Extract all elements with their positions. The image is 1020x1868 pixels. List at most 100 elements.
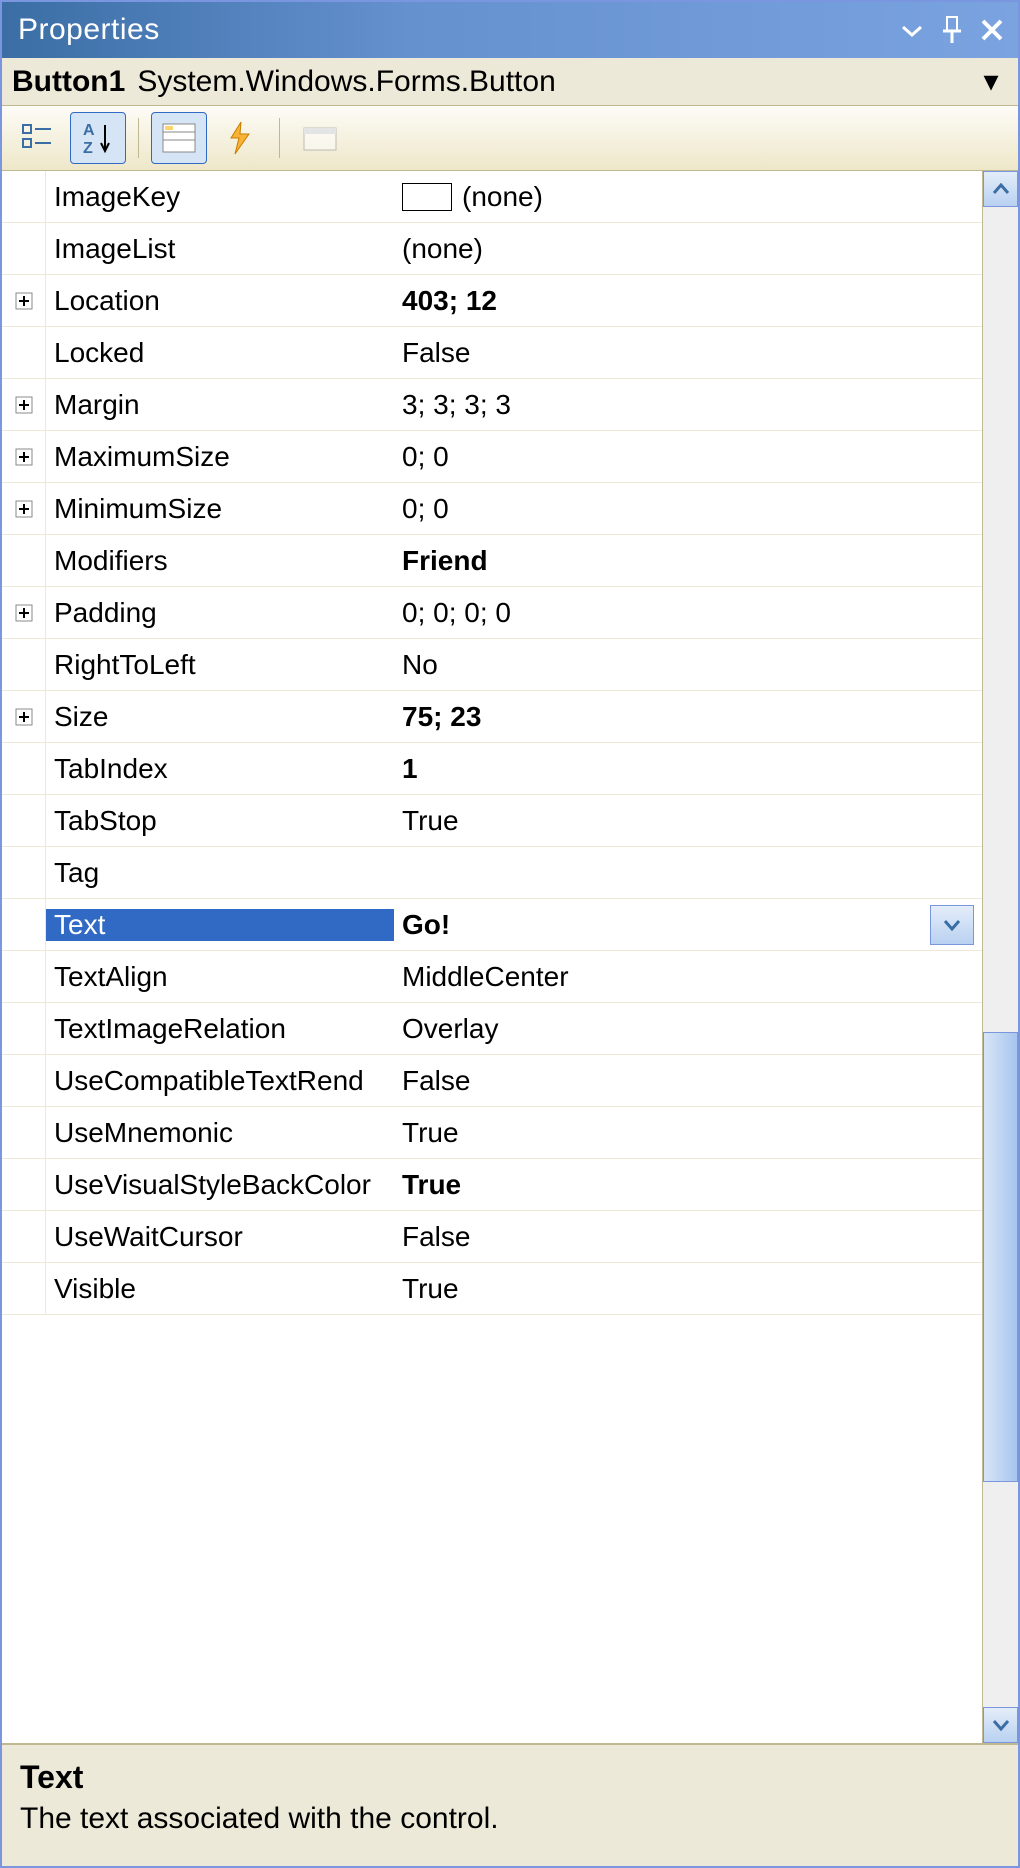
property-value[interactable]: True — [394, 1273, 982, 1305]
property-value[interactable]: True — [394, 1117, 982, 1149]
minimize-icon[interactable] — [892, 10, 932, 50]
property-value[interactable]: False — [394, 1065, 982, 1097]
pin-icon[interactable] — [932, 10, 972, 50]
property-name: TextImageRelation — [46, 1013, 394, 1045]
property-name: UseMnemonic — [46, 1117, 394, 1149]
expand-toggle[interactable] — [2, 379, 46, 430]
expand-toggle[interactable] — [2, 691, 46, 742]
property-value-text: True — [402, 1273, 459, 1305]
property-value[interactable]: 403; 12 — [394, 285, 982, 317]
property-row[interactable]: MaximumSize0; 0 — [2, 431, 982, 483]
property-row[interactable]: RightToLeftNo — [2, 639, 982, 691]
expand-toggle[interactable] — [2, 483, 46, 534]
chevron-down-icon[interactable] — [930, 905, 974, 945]
description-pane: Text The text associated with the contro… — [2, 1743, 1018, 1866]
property-name: Location — [46, 285, 394, 317]
expand-toggle[interactable] — [2, 275, 46, 326]
scroll-down-icon[interactable] — [983, 1707, 1018, 1743]
property-value[interactable]: True — [394, 805, 982, 837]
description-text: The text associated with the control. — [20, 1802, 1000, 1836]
property-row[interactable]: UseCompatibleTextRendFalse — [2, 1055, 982, 1107]
toolbar-separator — [279, 118, 280, 158]
property-row[interactable]: MinimumSize0; 0 — [2, 483, 982, 535]
expand-toggle — [2, 951, 46, 1002]
property-name: Modifiers — [46, 545, 394, 577]
close-icon[interactable] — [972, 10, 1012, 50]
expand-toggle — [2, 1107, 46, 1158]
property-row[interactable]: Location403; 12 — [2, 275, 982, 327]
expand-toggle — [2, 1263, 46, 1314]
expand-toggle[interactable] — [2, 431, 46, 482]
property-row[interactable]: ImageList(none) — [2, 223, 982, 275]
property-value[interactable]: (none) — [394, 181, 982, 213]
property-value-text: False — [402, 337, 470, 369]
property-value[interactable]: True — [394, 1169, 982, 1201]
property-value-text: Go! — [402, 909, 450, 941]
property-row[interactable]: TextAlignMiddleCenter — [2, 951, 982, 1003]
svg-text:A: A — [83, 122, 95, 139]
property-row[interactable]: ModifiersFriend — [2, 535, 982, 587]
property-row[interactable]: LockedFalse — [2, 327, 982, 379]
scroll-up-icon[interactable] — [983, 171, 1018, 207]
property-row[interactable]: Padding0; 0; 0; 0 — [2, 587, 982, 639]
property-value-text: 0; 0 — [402, 493, 449, 525]
expand-toggle[interactable] — [2, 587, 46, 638]
alphabetical-button[interactable]: AZ — [70, 112, 126, 164]
events-button[interactable] — [211, 112, 267, 164]
property-name: TabStop — [46, 805, 394, 837]
property-row[interactable]: TabStopTrue — [2, 795, 982, 847]
svg-text:Z: Z — [83, 140, 93, 157]
property-row[interactable]: TabIndex1 — [2, 743, 982, 795]
property-value-text: False — [402, 1221, 470, 1253]
property-row[interactable]: TextGo! — [2, 899, 982, 951]
toolbar: AZ — [2, 106, 1018, 171]
property-row[interactable]: Margin3; 3; 3; 3 — [2, 379, 982, 431]
scroll-track[interactable] — [983, 207, 1018, 1707]
chevron-down-icon[interactable]: ▾ — [974, 64, 1008, 99]
property-name: Size — [46, 701, 394, 733]
property-value[interactable]: 1 — [394, 753, 982, 785]
scroll-thumb[interactable] — [983, 1032, 1018, 1482]
description-title: Text — [20, 1759, 1000, 1796]
property-value[interactable]: 0; 0; 0; 0 — [394, 597, 982, 629]
property-value-text: True — [402, 805, 459, 837]
property-row[interactable]: UseVisualStyleBackColorTrue — [2, 1159, 982, 1211]
expand-toggle — [2, 1003, 46, 1054]
expand-toggle — [2, 535, 46, 586]
property-value[interactable]: MiddleCenter — [394, 961, 982, 993]
property-row[interactable]: TextImageRelationOverlay — [2, 1003, 982, 1055]
toolbar-separator — [138, 118, 139, 158]
property-value-text: 75; 23 — [402, 701, 481, 733]
property-row[interactable]: UseMnemonicTrue — [2, 1107, 982, 1159]
property-value-text: 0; 0; 0; 0 — [402, 597, 511, 629]
object-type: System.Windows.Forms.Button — [137, 65, 974, 99]
property-value-text: 3; 3; 3; 3 — [402, 389, 511, 421]
property-value[interactable]: Go! — [394, 905, 982, 945]
property-value[interactable]: False — [394, 1221, 982, 1253]
property-value[interactable]: 75; 23 — [394, 701, 982, 733]
property-row[interactable]: UseWaitCursorFalse — [2, 1211, 982, 1263]
property-row[interactable]: VisibleTrue — [2, 1263, 982, 1315]
property-value[interactable]: (none) — [394, 233, 982, 265]
property-row[interactable]: ImageKey(none) — [2, 171, 982, 223]
properties-button[interactable] — [151, 112, 207, 164]
property-value[interactable]: Friend — [394, 545, 982, 577]
property-value-text: 0; 0 — [402, 441, 449, 473]
categorized-button[interactable] — [10, 112, 66, 164]
scrollbar[interactable] — [982, 171, 1018, 1743]
expand-toggle — [2, 171, 46, 222]
property-name: TabIndex — [46, 753, 394, 785]
property-value[interactable]: 0; 0 — [394, 441, 982, 473]
property-value-text: (none) — [402, 233, 483, 265]
property-value[interactable]: No — [394, 649, 982, 681]
property-pages-button[interactable] — [292, 112, 348, 164]
property-name: MinimumSize — [46, 493, 394, 525]
property-value[interactable]: Overlay — [394, 1013, 982, 1045]
property-value[interactable]: False — [394, 337, 982, 369]
property-row[interactable]: Tag — [2, 847, 982, 899]
property-value[interactable]: 3; 3; 3; 3 — [394, 389, 982, 421]
property-value[interactable]: 0; 0 — [394, 493, 982, 525]
property-row[interactable]: Size75; 23 — [2, 691, 982, 743]
property-value-text: True — [402, 1117, 459, 1149]
object-selector[interactable]: Button1 System.Windows.Forms.Button ▾ — [2, 58, 1018, 106]
